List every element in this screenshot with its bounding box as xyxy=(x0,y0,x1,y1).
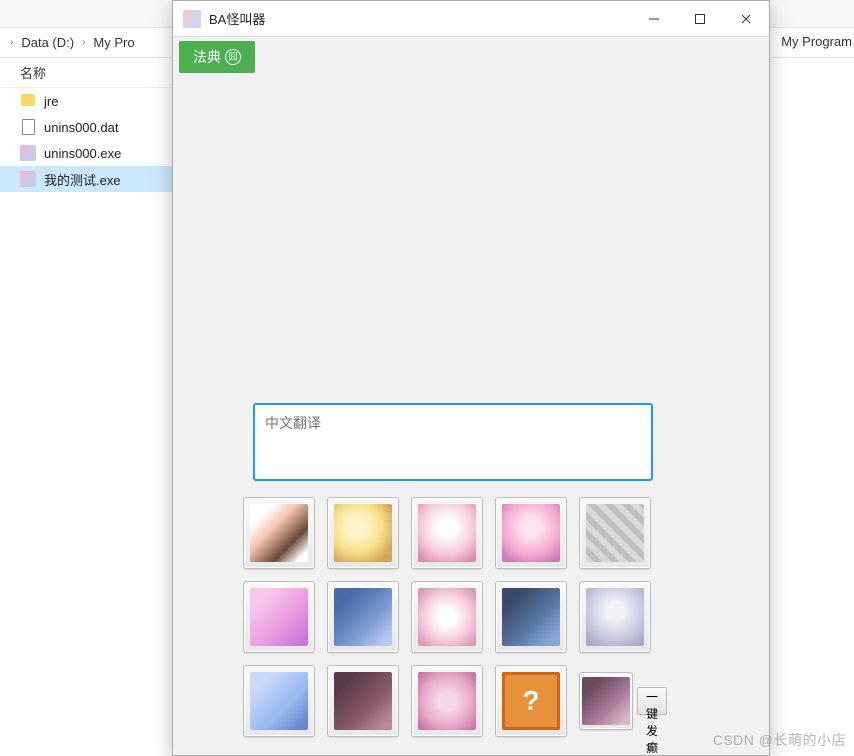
file-icon xyxy=(20,119,36,135)
app-body: 法典 囧 ? 一键发癫 xyxy=(173,37,769,755)
character-thumb xyxy=(250,672,308,730)
character-button-4[interactable] xyxy=(495,497,567,569)
minimize-icon xyxy=(648,13,660,25)
character-thumb xyxy=(334,588,392,646)
smiley-icon: 囧 xyxy=(225,49,241,65)
character-button-1[interactable] xyxy=(243,497,315,569)
character-button-7[interactable] xyxy=(327,581,399,653)
app-icon xyxy=(183,10,201,28)
character-thumb xyxy=(502,588,560,646)
character-thumb xyxy=(582,677,630,725)
character-grid: ? 一键发癫 xyxy=(243,497,713,737)
character-button-8[interactable] xyxy=(411,581,483,653)
list-item[interactable]: jre xyxy=(0,88,172,114)
close-icon xyxy=(740,13,752,25)
character-thumb xyxy=(502,504,560,562)
maximize-button[interactable] xyxy=(677,1,723,37)
titlebar[interactable]: BA怪叫器 xyxy=(173,1,769,37)
breadcrumb-fragment: My Program xyxy=(781,34,852,49)
character-thumb xyxy=(586,588,644,646)
character-button-12[interactable] xyxy=(327,665,399,737)
app-window: BA怪叫器 法典 囧 xyxy=(172,0,770,756)
list-item[interactable]: 我的测试.exe xyxy=(0,166,172,192)
character-thumb xyxy=(250,588,308,646)
breadcrumb-segment[interactable]: Data (D:) xyxy=(21,35,74,50)
file-list: 名称 jre unins000.dat unins000.exe 我的测试.ex… xyxy=(0,58,172,756)
file-name: unins000.dat xyxy=(44,120,118,135)
character-thumb xyxy=(250,504,308,562)
file-name: jre xyxy=(44,94,58,109)
character-button-9[interactable] xyxy=(495,581,567,653)
character-thumb xyxy=(334,504,392,562)
maximize-icon xyxy=(694,13,706,25)
exe-icon xyxy=(20,171,36,187)
character-thumb xyxy=(418,588,476,646)
chevron-right-icon: › xyxy=(8,37,15,48)
file-name: unins000.exe xyxy=(44,146,121,161)
fadian-button[interactable]: 法典 囧 xyxy=(179,41,255,73)
one-click-button[interactable]: 一键发癫 xyxy=(637,687,667,715)
character-thumb xyxy=(586,504,644,562)
breadcrumb-segment[interactable]: My Pro xyxy=(93,35,134,50)
character-button-10[interactable] xyxy=(579,581,651,653)
character-thumb xyxy=(418,504,476,562)
translate-input[interactable] xyxy=(253,403,653,481)
minimize-button[interactable] xyxy=(631,1,677,37)
character-button-5[interactable] xyxy=(579,497,651,569)
character-button-3[interactable] xyxy=(411,497,483,569)
close-button[interactable] xyxy=(723,1,769,37)
exe-icon xyxy=(20,145,36,161)
character-thumb xyxy=(334,672,392,730)
chevron-right-icon: › xyxy=(80,37,87,48)
question-icon: ? xyxy=(502,672,560,730)
character-button-15[interactable] xyxy=(579,672,633,730)
character-button-11[interactable] xyxy=(243,665,315,737)
character-button-2[interactable] xyxy=(327,497,399,569)
character-button-13[interactable] xyxy=(411,665,483,737)
column-header-name[interactable]: 名称 xyxy=(0,58,172,88)
folder-icon xyxy=(20,93,36,109)
fadian-label: 法典 xyxy=(193,47,221,67)
window-title: BA怪叫器 xyxy=(209,9,265,28)
character-button-6[interactable] xyxy=(243,581,315,653)
list-item[interactable]: unins000.dat xyxy=(0,114,172,140)
list-item[interactable]: unins000.exe xyxy=(0,140,172,166)
last-cell: 一键发癫 xyxy=(579,665,651,737)
mystery-button[interactable]: ? xyxy=(495,665,567,737)
character-thumb xyxy=(418,672,476,730)
file-name: 我的测试.exe xyxy=(44,170,121,189)
